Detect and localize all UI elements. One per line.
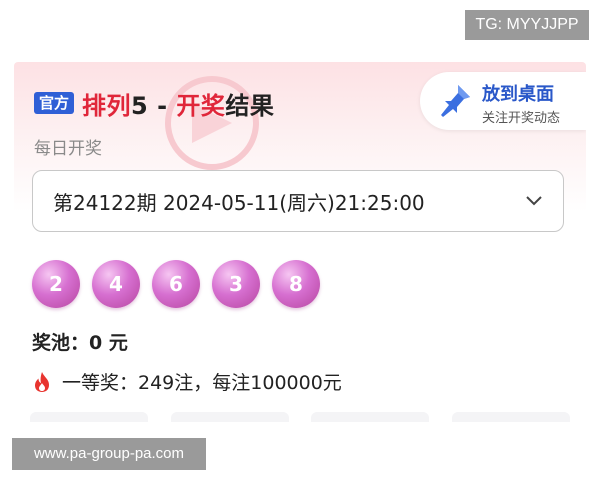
page-title: 排列5 - 开奖结果 (82, 86, 274, 121)
title-row: 官方 排列5 - 开奖结果 (34, 86, 274, 120)
title-lottery-number: 5 - (131, 91, 177, 120)
bottom-tabs (30, 412, 570, 422)
number-ball: 6 (152, 260, 200, 308)
first-prize-text: 一等奖：249注，每注100000元 (62, 372, 342, 394)
winning-numbers: 2 4 6 3 8 (32, 260, 332, 308)
watermark-logo-icon (165, 76, 259, 170)
chevron-down-icon (526, 196, 542, 206)
url-watermark: www.pa-group-pa.com (12, 438, 206, 470)
prize-pool: 奖池：0 元 (32, 332, 128, 354)
title-result-word: 结果 (225, 91, 275, 120)
draw-period-value: 第24122期 2024-05-11(周六)21:25:00 (53, 191, 425, 215)
number-ball: 2 (32, 260, 80, 308)
add-to-desktop-button[interactable]: 放到桌面 关注开奖动态 (420, 72, 586, 130)
draw-frequency: 每日开奖 (34, 139, 102, 159)
tab-placeholder[interactable] (311, 412, 430, 422)
pin-icon (441, 85, 470, 117)
fire-icon (35, 371, 49, 392)
add-to-desktop-title: 放到桌面 (482, 84, 554, 105)
tab-placeholder[interactable] (451, 412, 570, 422)
add-to-desktop-subtitle: 关注开奖动态 (482, 111, 561, 126)
tab-placeholder[interactable] (170, 412, 289, 422)
number-ball: 4 (92, 260, 140, 308)
title-lottery-name: 排列 (82, 91, 132, 120)
number-ball: 8 (272, 260, 320, 308)
draw-period-select[interactable]: 第24122期 2024-05-11(周六)21:25:00 (32, 170, 564, 232)
first-prize-row: 一等奖：249注，每注100000元 (32, 368, 342, 395)
tab-placeholder[interactable] (30, 412, 148, 422)
title-draw-word: 开奖 (176, 91, 226, 120)
number-ball: 3 (212, 260, 260, 308)
lottery-result-card: 官方 排列5 - 开奖结果 每日开奖 放到桌面 关注开奖动态 第24122期 2… (14, 62, 586, 422)
official-badge: 官方 (34, 92, 75, 114)
tg-watermark: TG: MYYJJPP (465, 10, 589, 40)
